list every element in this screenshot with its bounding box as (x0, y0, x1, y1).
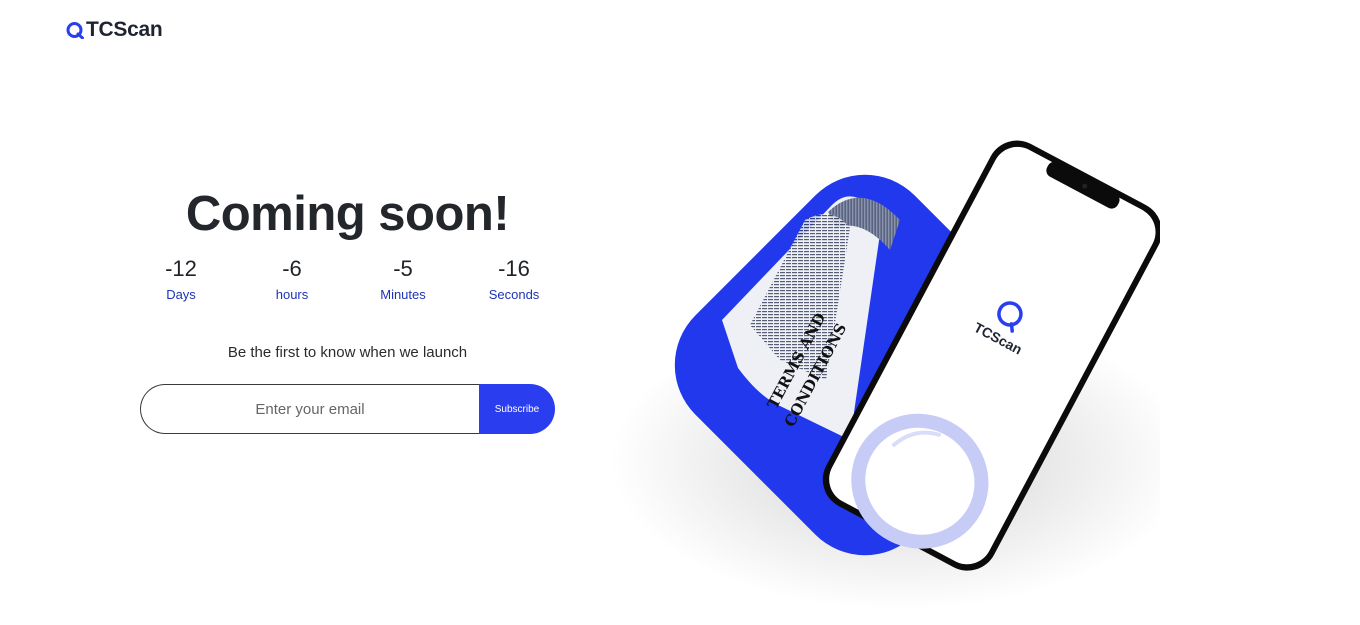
countdown-days: -12 Days (133, 256, 229, 303)
logo-ring-icon (66, 22, 84, 39)
subscribe-button[interactable]: Subscribe (479, 384, 555, 434)
countdown-hours: -6 hours (244, 256, 340, 303)
brand-logo[interactable]: TCScan (66, 18, 163, 42)
subscribe-form: Subscribe (140, 384, 555, 434)
email-input[interactable] (140, 384, 479, 434)
launch-tagline: Be the first to know when we launch (227, 344, 468, 362)
countdown-value: -6 (282, 256, 302, 281)
countdown-value: -12 (165, 256, 197, 281)
countdown-seconds: -16 Seconds (466, 256, 562, 303)
countdown-value: -5 (393, 256, 413, 281)
countdown-value: -16 (498, 256, 530, 281)
page-title: Coming soon! (185, 187, 510, 241)
countdown-timer: -12 Days -6 hours -5 Minutes -16 Seconds (120, 256, 575, 303)
coming-soon-section: Coming soon! -12 Days -6 hours -5 Minute… (120, 187, 575, 362)
countdown-label: Days (166, 287, 196, 303)
hero-illustration: TERMS AND CONDITIONS TCScan (610, 140, 1160, 610)
countdown-label: Minutes (380, 287, 426, 303)
countdown-minutes: -5 Minutes (355, 256, 451, 303)
logo-text: TCScan (86, 18, 163, 41)
countdown-label: Seconds (488, 287, 540, 303)
countdown-label: hours (275, 287, 309, 303)
